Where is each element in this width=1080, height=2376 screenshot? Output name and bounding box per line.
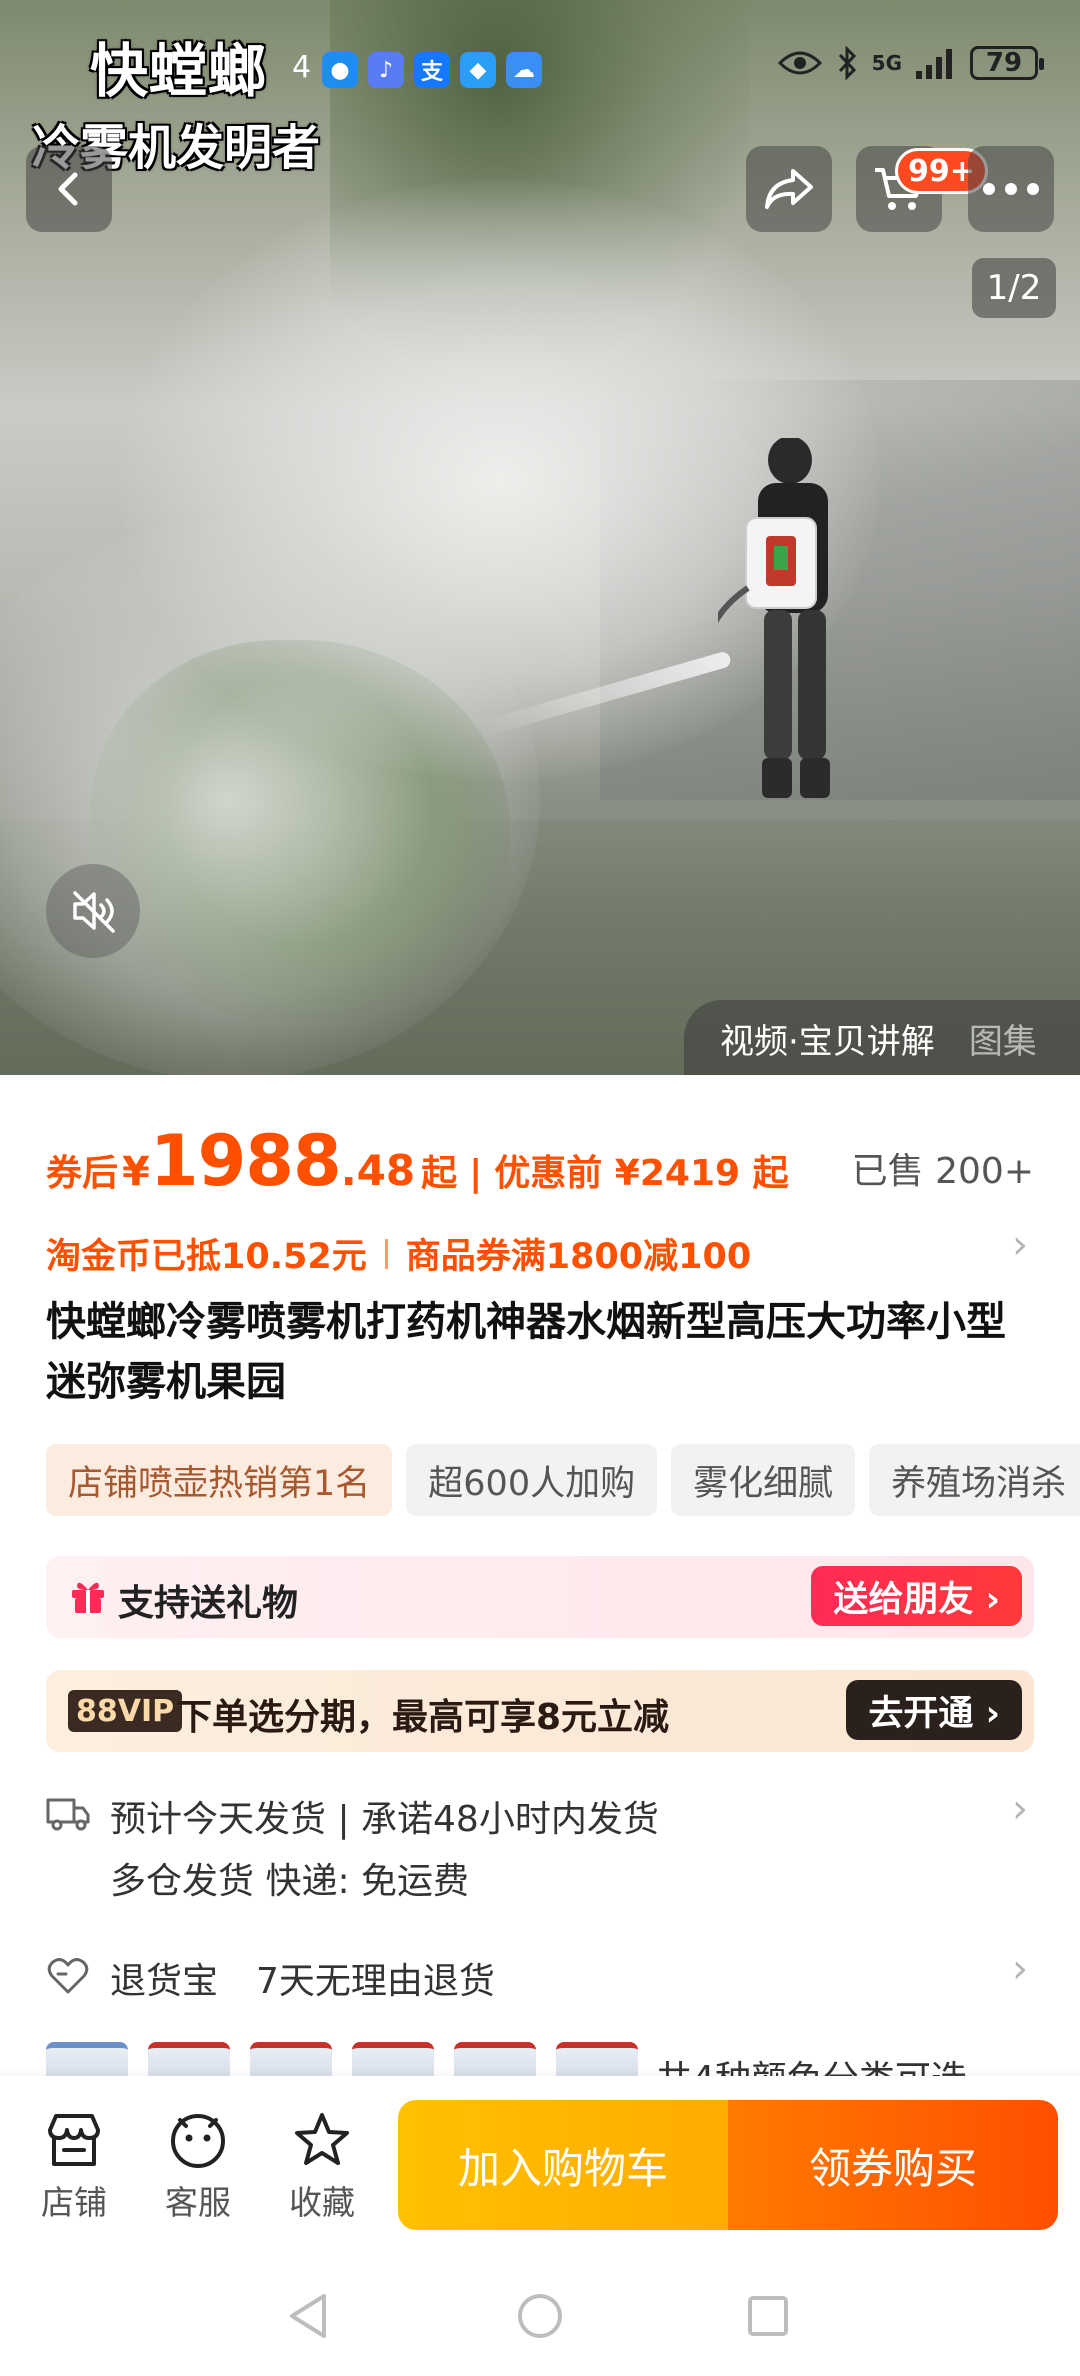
- chevron-right-icon[interactable]: ›: [1012, 1946, 1028, 1992]
- return-name: 退货宝: [110, 1961, 219, 2002]
- product-detail-page: 快螳螂 冷雾机发明者 4 ● ♪ 支 ◆ ☁ 5G 79 99+ 1/2 视频·…: [0, 0, 1080, 2376]
- return-policy[interactable]: 退货宝 7天无理由退货: [46, 1952, 1036, 2002]
- product-title: 快螳螂冷雾喷雾机打药机神器水烟新型高压大功率小型迷弥雾机果园: [46, 1299, 1006, 1405]
- person-with-fogger-image: [718, 438, 830, 798]
- price-label: 券后: [46, 1153, 119, 1194]
- price-currency: ¥: [122, 1149, 150, 1195]
- price-integer: 1988: [149, 1120, 342, 1202]
- tag-hot-seller[interactable]: 店铺喷壶热销第1名: [46, 1444, 393, 1516]
- notification-count: 4: [292, 50, 312, 85]
- add-to-cart-button[interactable]: 加入购物车: [398, 2100, 728, 2230]
- back-button[interactable]: [26, 146, 112, 232]
- price-separator: |: [469, 1153, 483, 1194]
- coupon-row[interactable]: 淘金币已抵10.52元 商品券满1800减100: [46, 1228, 751, 1279]
- gift-icon: [72, 1582, 104, 1613]
- return-desc: 7天无理由退货: [256, 1961, 495, 2002]
- vip-bar[interactable]: 88VIP 下单选分期，最高可享8元立减 去开通 ›: [46, 1670, 1034, 1752]
- tag-add-count[interactable]: 超600人加购: [406, 1444, 658, 1516]
- chevron-right-icon[interactable]: ›: [1012, 1786, 1028, 1832]
- price-suffix: 起: [421, 1153, 458, 1194]
- shipping-detail: 多仓发货 快递: 免运费: [110, 1861, 470, 1902]
- nav-home-icon[interactable]: [516, 2292, 564, 2340]
- gift-label: 支持送礼物: [118, 1583, 299, 1624]
- bottom-action-bar: 店铺 客服 收藏 加入购物车 领券购买: [0, 2076, 1080, 2252]
- product-coupon: 商品券满1800减100: [405, 1237, 752, 1277]
- truck-icon: [46, 1798, 90, 1831]
- price-row: 券后 ¥ 1988 .48 起 | 优惠前 ¥2419 起: [46, 1120, 789, 1202]
- price-decimal: .48: [340, 1146, 416, 1195]
- vip-open-button[interactable]: 去开通 ›: [846, 1680, 1022, 1740]
- mute-button[interactable]: [46, 864, 140, 958]
- message-app-icon: ●: [322, 52, 358, 88]
- signal-icon: [916, 49, 952, 79]
- nav-recents-icon[interactable]: [746, 2294, 790, 2338]
- nav-back-icon[interactable]: [286, 2292, 330, 2340]
- shipping-eta: 预计今天发货 | 承诺48小时内发货: [110, 1799, 659, 1840]
- tab-gallery[interactable]: 图集: [969, 1014, 1037, 1063]
- network-type: 5G: [871, 51, 902, 75]
- tag-disinfection[interactable]: 养殖场消杀: [869, 1444, 1080, 1516]
- media-page-indicator: 1/2: [972, 258, 1056, 318]
- shop-button[interactable]: 店铺: [26, 2110, 122, 2224]
- system-navigation-bar: [0, 2252, 1080, 2376]
- shield-app-icon: ◆: [460, 52, 496, 88]
- product-video[interactable]: 快螳螂 冷雾机发明者 4 ● ♪ 支 ◆ ☁ 5G 79 99+ 1/2 视频·…: [0, 0, 1080, 1075]
- gift-bar[interactable]: 支持送礼物 送给朋友 ›: [46, 1556, 1034, 1638]
- bluetooth-icon: [838, 46, 856, 80]
- original-price: 优惠前 ¥2419 起: [494, 1153, 789, 1194]
- more-button[interactable]: [968, 146, 1054, 232]
- shop-icon: [48, 2114, 100, 2166]
- send-gift-button[interactable]: 送给朋友 ›: [811, 1566, 1022, 1626]
- sold-count: 已售 200+: [851, 1151, 1034, 1192]
- share-button[interactable]: [746, 146, 832, 232]
- star-icon: [295, 2113, 349, 2165]
- shop-label: 店铺: [41, 2183, 107, 2222]
- vip-label: 下单选分期，最高可享8元立减: [176, 1697, 670, 1738]
- tag-fine-mist[interactable]: 雾化细腻: [671, 1444, 856, 1516]
- service-label: 客服: [165, 2183, 231, 2222]
- buy-with-coupon-button[interactable]: 领券购买: [728, 2100, 1058, 2230]
- coin-discount: 淘金币已抵10.52元: [46, 1237, 367, 1277]
- more-dots-icon: [983, 183, 1039, 195]
- status-bar-right: 5G 79: [777, 46, 1044, 80]
- media-tabs: 视频·宝贝讲解 图集: [684, 1000, 1080, 1075]
- back-arrow-icon: [58, 172, 78, 206]
- vip-badge: 88VIP: [68, 1690, 183, 1732]
- speaker-muted-icon: [73, 891, 115, 933]
- favorite-button[interactable]: 收藏: [274, 2110, 370, 2224]
- cloud-app-icon: ☁: [506, 52, 542, 88]
- video-title-overlay: 快螳螂: [90, 37, 268, 105]
- share-icon: [765, 169, 813, 209]
- tab-video[interactable]: 视频·宝贝讲解: [720, 1014, 935, 1063]
- notification-icons: ● ♪ 支 ◆ ☁: [322, 50, 542, 90]
- music-app-icon: ♪: [368, 52, 404, 88]
- chevron-right-icon[interactable]: ›: [1012, 1222, 1028, 1268]
- eye-icon: [777, 51, 822, 75]
- chat-face-icon: [171, 2114, 225, 2168]
- battery-indicator: 79: [970, 46, 1044, 80]
- favorite-label: 收藏: [289, 2183, 355, 2222]
- alipay-app-icon: 支: [414, 52, 450, 88]
- heart-shield-icon: [47, 1958, 89, 1994]
- product-tags: 店铺喷壶热销第1名 超600人加购 雾化细腻 养殖场消杀: [46, 1444, 1080, 1516]
- customer-service-button[interactable]: 客服: [150, 2110, 246, 2224]
